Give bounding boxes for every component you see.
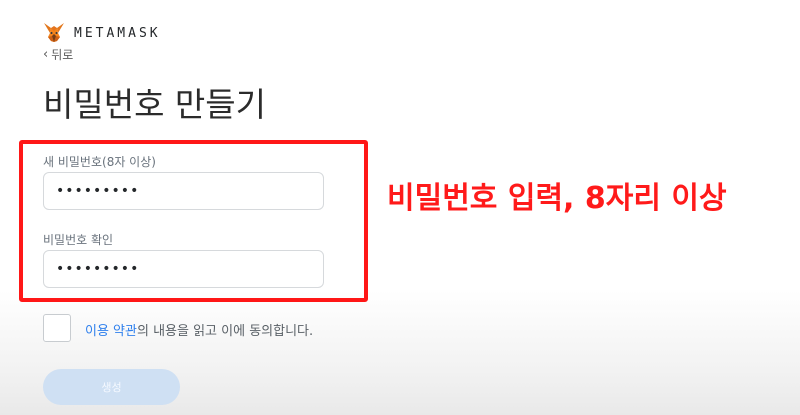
confirm-password-input[interactable] [43, 250, 324, 288]
annotation-text: 비밀번호 입력, 8자리 이상 [387, 181, 727, 216]
new-password-label: 새 비밀번호(8자 이상) [43, 155, 156, 169]
brand-name: METAMASK [74, 25, 161, 41]
create-button[interactable]: 생성 [43, 369, 180, 405]
back-link[interactable]: ‹ 뒤로 [43, 46, 73, 63]
terms-link[interactable]: 이용 약관 [85, 324, 137, 339]
page-title: 비밀번호 만들기 [43, 85, 267, 124]
terms-rest-text: 의 내용을 읽고 이에 동의합니다. [136, 324, 314, 339]
back-label: 뒤로 [51, 48, 74, 62]
terms-text: 이용 약관의 내용을 읽고 이에 동의합니다. [85, 320, 313, 339]
confirm-password-label: 비밀번호 확인 [43, 233, 114, 247]
new-password-input[interactable] [43, 172, 324, 210]
terms-checkbox[interactable] [43, 314, 71, 342]
fox-icon [44, 23, 64, 42]
chevron-left-icon: ‹ [43, 47, 49, 62]
brand: METAMASK [43, 22, 161, 44]
